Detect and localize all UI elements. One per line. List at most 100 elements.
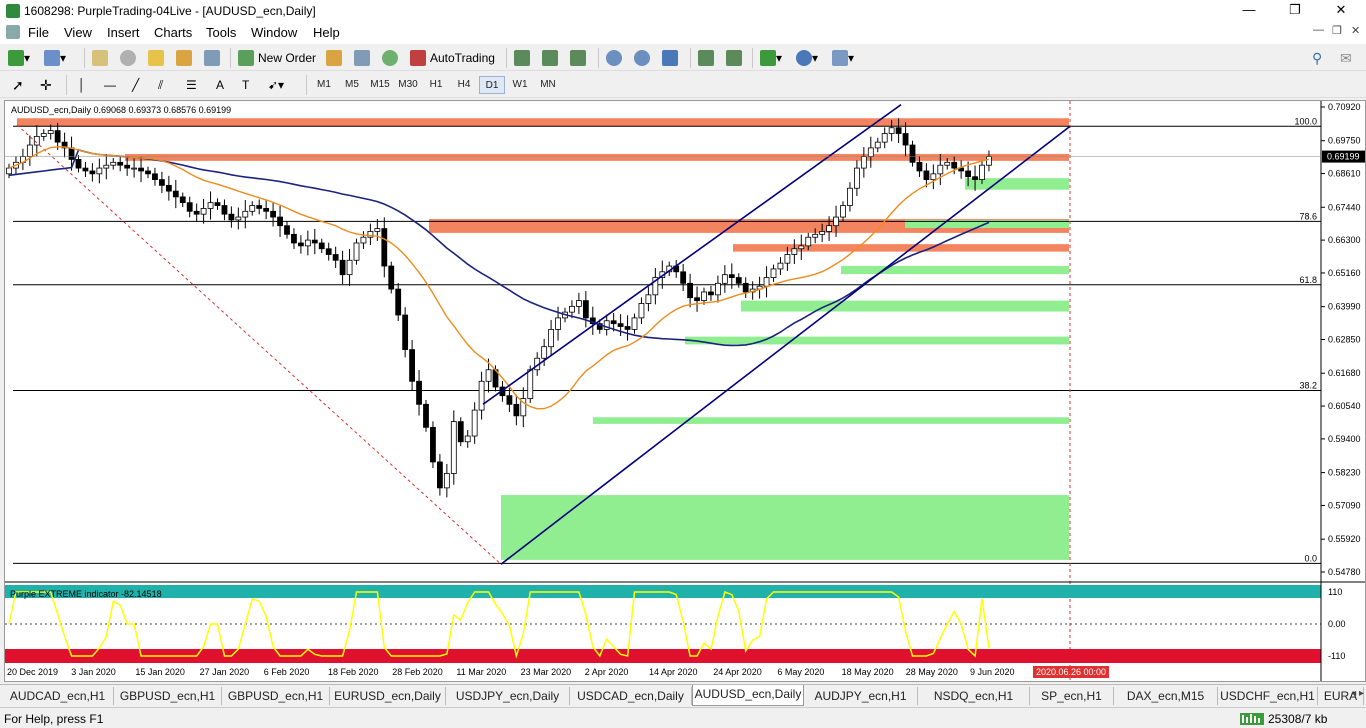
candle-body xyxy=(728,274,735,278)
text-button[interactable]: A xyxy=(216,75,224,95)
chart-shift-button[interactable] xyxy=(698,48,714,68)
menu-view[interactable]: View xyxy=(64,25,92,40)
candlestick-button[interactable] xyxy=(542,48,558,68)
time-tick-label: 20 Dec 2019 xyxy=(7,667,58,677)
crosshair-tool-icon: ✛ xyxy=(40,76,52,93)
periods-button[interactable]: ▾ xyxy=(796,48,818,68)
candle-body xyxy=(742,282,749,293)
line-chart-button[interactable] xyxy=(570,48,586,68)
channel-button[interactable]: ⫽ xyxy=(158,75,163,95)
tab-dax-ecn-m15[interactable]: DAX_ecn,M15 xyxy=(1114,687,1218,705)
zoom-in-button[interactable] xyxy=(606,48,622,68)
tab-usdchf-ecn-h1[interactable]: USDCHF_ecn,H1 xyxy=(1218,687,1318,705)
fibo-button[interactable]: ☰ xyxy=(186,75,197,95)
tab-usdcad-ecn-daily[interactable]: USDCAD_ecn,Daily xyxy=(570,687,692,705)
tf-mn[interactable]: MN xyxy=(535,76,561,94)
data-window-button[interactable] xyxy=(120,48,136,68)
tf-m5[interactable]: M5 xyxy=(339,76,365,94)
candle-body xyxy=(527,369,534,399)
autotrading-button[interactable]: AutoTrading xyxy=(410,48,495,68)
trendline-button[interactable]: ╱ xyxy=(132,75,139,95)
price-chart[interactable]: 100.0 78.6 61.8 38.2 0.0 110 0.00 -110 0.70920… xyxy=(5,101,1365,681)
minimize-button[interactable]: — xyxy=(1226,0,1272,22)
tab-audcad-ecn-h1[interactable]: AUDCAD_ecn,H1 xyxy=(2,687,114,705)
candle-body xyxy=(847,187,853,206)
tf-m1[interactable]: M1 xyxy=(311,76,337,94)
tab-gbpusd-ecn-h1[interactable]: GBPUSD_ecn,H1 xyxy=(222,687,330,705)
templates-button[interactable]: ▾ xyxy=(832,48,854,68)
tab-nsdq-ecn-h1[interactable]: NSDQ_ecn,H1 xyxy=(918,687,1030,705)
menu-bar: File View Insert Charts Tools Window Hel… xyxy=(0,22,1366,44)
autoscroll-button[interactable] xyxy=(726,48,742,68)
chart-window[interactable]: 100.0 78.6 61.8 38.2 0.0 110 0.00 -110 0.70920… xyxy=(4,100,1366,682)
menu-charts[interactable]: Charts xyxy=(154,25,192,40)
indicator-tick-label: -110 xyxy=(1328,651,1345,661)
terminal-button[interactable] xyxy=(176,48,192,68)
metaeditor-button[interactable] xyxy=(326,48,342,68)
menu-file[interactable]: File xyxy=(28,25,49,40)
chat-button[interactable]: ✉ xyxy=(1340,48,1352,68)
tile-windows-button[interactable] xyxy=(662,48,678,68)
separator xyxy=(306,75,307,95)
search-button[interactable]: ⚲ xyxy=(1312,48,1322,68)
menu-window[interactable]: Window xyxy=(251,25,297,40)
tf-m30[interactable]: M30 xyxy=(395,76,421,94)
menu-insert[interactable]: Insert xyxy=(107,25,140,40)
candle-body xyxy=(631,317,638,330)
mdi-minimize-icon[interactable]: — xyxy=(1313,24,1324,36)
vertical-line-button[interactable]: │ xyxy=(78,75,86,95)
profiles-button[interactable]: ▾ xyxy=(44,48,66,68)
channel-upper-line xyxy=(482,104,902,405)
navigator-button[interactable] xyxy=(148,48,164,68)
chart-tabs: AUDCAD_ecn,H1 GBPUSD_ecn,H1 GBPUSD_ecn,H1 E… xyxy=(0,684,1366,706)
zoom-out-icon xyxy=(634,50,650,66)
candle-body xyxy=(443,473,450,489)
restore-button[interactable]: ❐ xyxy=(1272,0,1318,22)
signals-button[interactable] xyxy=(354,48,370,68)
candle-body xyxy=(75,159,82,169)
candle-body xyxy=(200,208,207,215)
close-button[interactable]: ✕ xyxy=(1318,0,1364,22)
tf-w1[interactable]: W1 xyxy=(507,76,533,94)
tab-sp-ecn-h1[interactable]: SP_ecn,H1 xyxy=(1030,687,1114,705)
market-button[interactable] xyxy=(382,48,398,68)
price-tick-label: 0.54780 xyxy=(1328,567,1361,577)
tab-audjpy-ecn-h1[interactable]: AUDJPY_ecn,H1 xyxy=(804,687,918,705)
candle-body xyxy=(318,242,325,250)
bar-chart-button[interactable] xyxy=(514,48,530,68)
candle-body xyxy=(165,184,172,192)
candle-body xyxy=(388,265,395,290)
menu-help[interactable]: Help xyxy=(313,25,340,40)
tab-audusd-ecn-daily[interactable]: AUDUSD_ecn,Daily xyxy=(692,685,804,706)
new-chart-icon xyxy=(8,50,24,66)
indicators-button[interactable]: ▾ xyxy=(760,48,782,68)
tf-m15[interactable]: M15 xyxy=(367,76,393,94)
new-order-icon xyxy=(238,50,254,66)
tab-scroll-arrows-icon[interactable]: ◂ ▸ xyxy=(1351,688,1364,699)
new-order-button[interactable]: New Order xyxy=(238,48,316,68)
candle-body xyxy=(979,164,985,181)
market-watch-button[interactable] xyxy=(92,48,108,68)
arrows-button[interactable]: ➹▾ xyxy=(268,75,284,95)
tf-h1[interactable]: H1 xyxy=(423,76,449,94)
mdi-restore-icon[interactable]: ❐ xyxy=(1332,24,1342,37)
cursor-button[interactable]: ➚ xyxy=(12,75,24,95)
mdi-close-icon[interactable]: ✕ xyxy=(1351,24,1360,37)
tab-usdjpy-ecn-daily[interactable]: USDJPY_ecn,Daily xyxy=(446,687,570,705)
candle-body xyxy=(89,170,96,175)
menu-tools[interactable]: Tools xyxy=(206,25,236,40)
strategy-tester-button[interactable] xyxy=(204,48,220,68)
zoom-out-button[interactable] xyxy=(634,48,650,68)
candle-body xyxy=(47,130,54,134)
new-chart-button[interactable]: ▾ xyxy=(8,48,30,68)
tf-h4[interactable]: H4 xyxy=(451,76,477,94)
label-button[interactable]: T xyxy=(242,75,249,95)
tab-eurusd-ecn-daily[interactable]: EURUSD_ecn,Daily xyxy=(330,687,446,705)
new-order-label: New Order xyxy=(258,51,317,65)
time-tick-label: 24 Apr 2020 xyxy=(713,667,762,677)
horizontal-line-button[interactable]: ― xyxy=(104,75,116,95)
tf-d1[interactable]: D1 xyxy=(479,76,505,94)
tab-gbpusd-ecn-h1[interactable]: GBPUSD_ecn,H1 xyxy=(114,687,222,705)
crosshair-button[interactable]: ✛ xyxy=(40,75,52,95)
candle-body xyxy=(715,282,721,296)
